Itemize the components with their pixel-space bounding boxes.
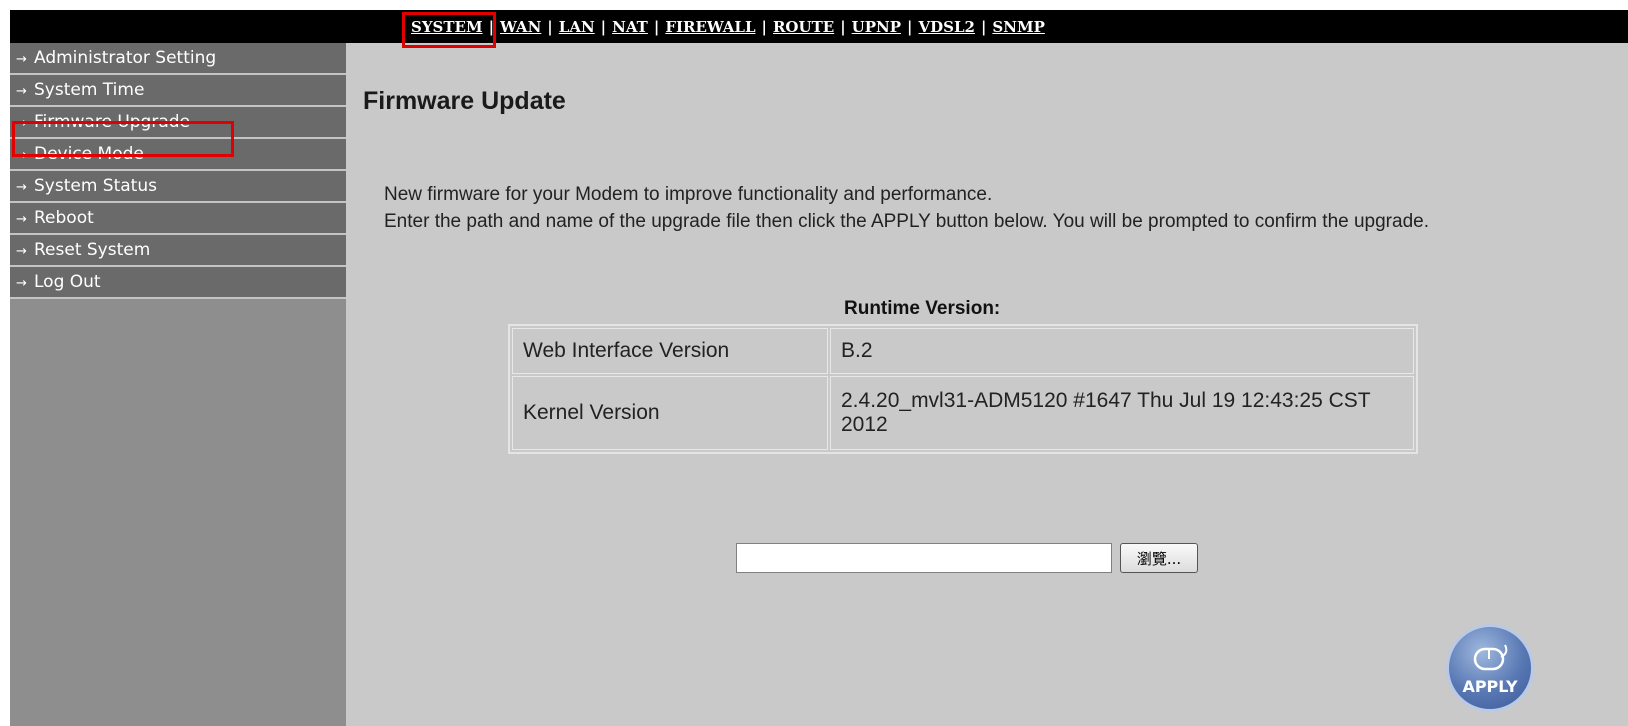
nav-separator: |	[761, 18, 767, 36]
sidebar-item-administrator-setting[interactable]: → Administrator Setting	[10, 43, 346, 75]
description-line-1: New firmware for your Modem to improve f…	[384, 184, 993, 205]
description-line-2: Enter the path and name of the upgrade f…	[384, 211, 1429, 232]
version-value: 2.4.20_mvl31-ADM5120 #1647 Thu Jul 19 12…	[830, 376, 1414, 450]
nav-nat[interactable]: NAT	[612, 18, 648, 36]
sidebar-item-reboot[interactable]: → Reboot	[10, 203, 346, 235]
version-table: Web Interface Version B.2 Kernel Version…	[508, 324, 1418, 454]
page-frame: SYSTEM | WAN | LAN | NAT | FIREWALL | ROUTE | UPNP | V…	[10, 10, 1628, 726]
nav-upnp[interactable]: UPNP	[852, 18, 901, 36]
nav-separator: |	[653, 18, 660, 36]
main-content: Firmware Update New firmware for your Mo…	[346, 43, 1628, 726]
table-row: Web Interface Version B.2	[512, 328, 1414, 374]
nav-wan[interactable]: WAN	[500, 18, 541, 36]
sidebar-item-reset-system[interactable]: → Reset System	[10, 235, 346, 267]
nav-snmp[interactable]: SNMP	[992, 18, 1044, 36]
sidebar-item-label: Log Out	[34, 272, 101, 292]
nav-separator: |	[600, 18, 607, 36]
sidebar-item-system-status[interactable]: → System Status	[10, 171, 346, 203]
nav-vdsl2[interactable]: VDSL2	[918, 18, 974, 36]
description: New firmware for your Modem to improve f…	[384, 181, 1544, 235]
arrow-right-icon: →	[16, 244, 27, 259]
mouse-icon	[1473, 644, 1508, 671]
nav-route[interactable]: ROUTE	[773, 18, 834, 36]
apply-label: APPLY	[1462, 677, 1518, 696]
firmware-upgrade-highlight-box	[12, 121, 234, 157]
top-nav: SYSTEM | WAN | LAN | NAT | FIREWALL | ROUTE | UPNP | V…	[411, 18, 1045, 36]
apply-button[interactable]: APPLY	[1446, 624, 1534, 712]
version-label: Web Interface Version	[512, 328, 828, 374]
sidebar-item-system-time[interactable]: → System Time	[10, 75, 346, 107]
top-navigation-bar: SYSTEM | WAN | LAN | NAT | FIREWALL | ROUTE | UPNP | V…	[10, 10, 1628, 43]
nav-lan[interactable]: LAN	[559, 18, 595, 36]
arrow-right-icon: →	[16, 52, 27, 67]
sidebar-item-label: Reboot	[34, 208, 94, 228]
arrow-right-icon: →	[16, 212, 27, 227]
version-value: B.2	[830, 328, 1414, 374]
version-label: Kernel Version	[512, 376, 828, 450]
nav-separator: |	[907, 18, 913, 36]
sidebar-item-label: Administrator Setting	[34, 48, 217, 68]
sidebar-item-label: Reset System	[34, 240, 151, 260]
nav-separator: |	[840, 18, 846, 36]
table-row: Kernel Version 2.4.20_mvl31-ADM5120 #164…	[512, 376, 1414, 450]
firmware-file-input[interactable]	[736, 543, 1112, 573]
page-title: Firmware Update	[363, 87, 566, 115]
sidebar-item-log-out[interactable]: → Log Out	[10, 267, 346, 299]
nav-firewall[interactable]: FIREWALL	[665, 18, 755, 36]
browse-button[interactable]: 瀏覽...	[1120, 543, 1198, 573]
nav-separator: |	[980, 18, 987, 36]
sidebar-item-label: System Time	[34, 80, 145, 100]
sidebar-item-label: System Status	[34, 176, 157, 196]
runtime-version-title: Runtime Version:	[844, 298, 1001, 319]
arrow-right-icon: →	[16, 180, 27, 195]
arrow-right-icon: →	[16, 84, 27, 99]
arrow-right-icon: →	[16, 276, 27, 291]
nav-separator: |	[547, 18, 553, 36]
